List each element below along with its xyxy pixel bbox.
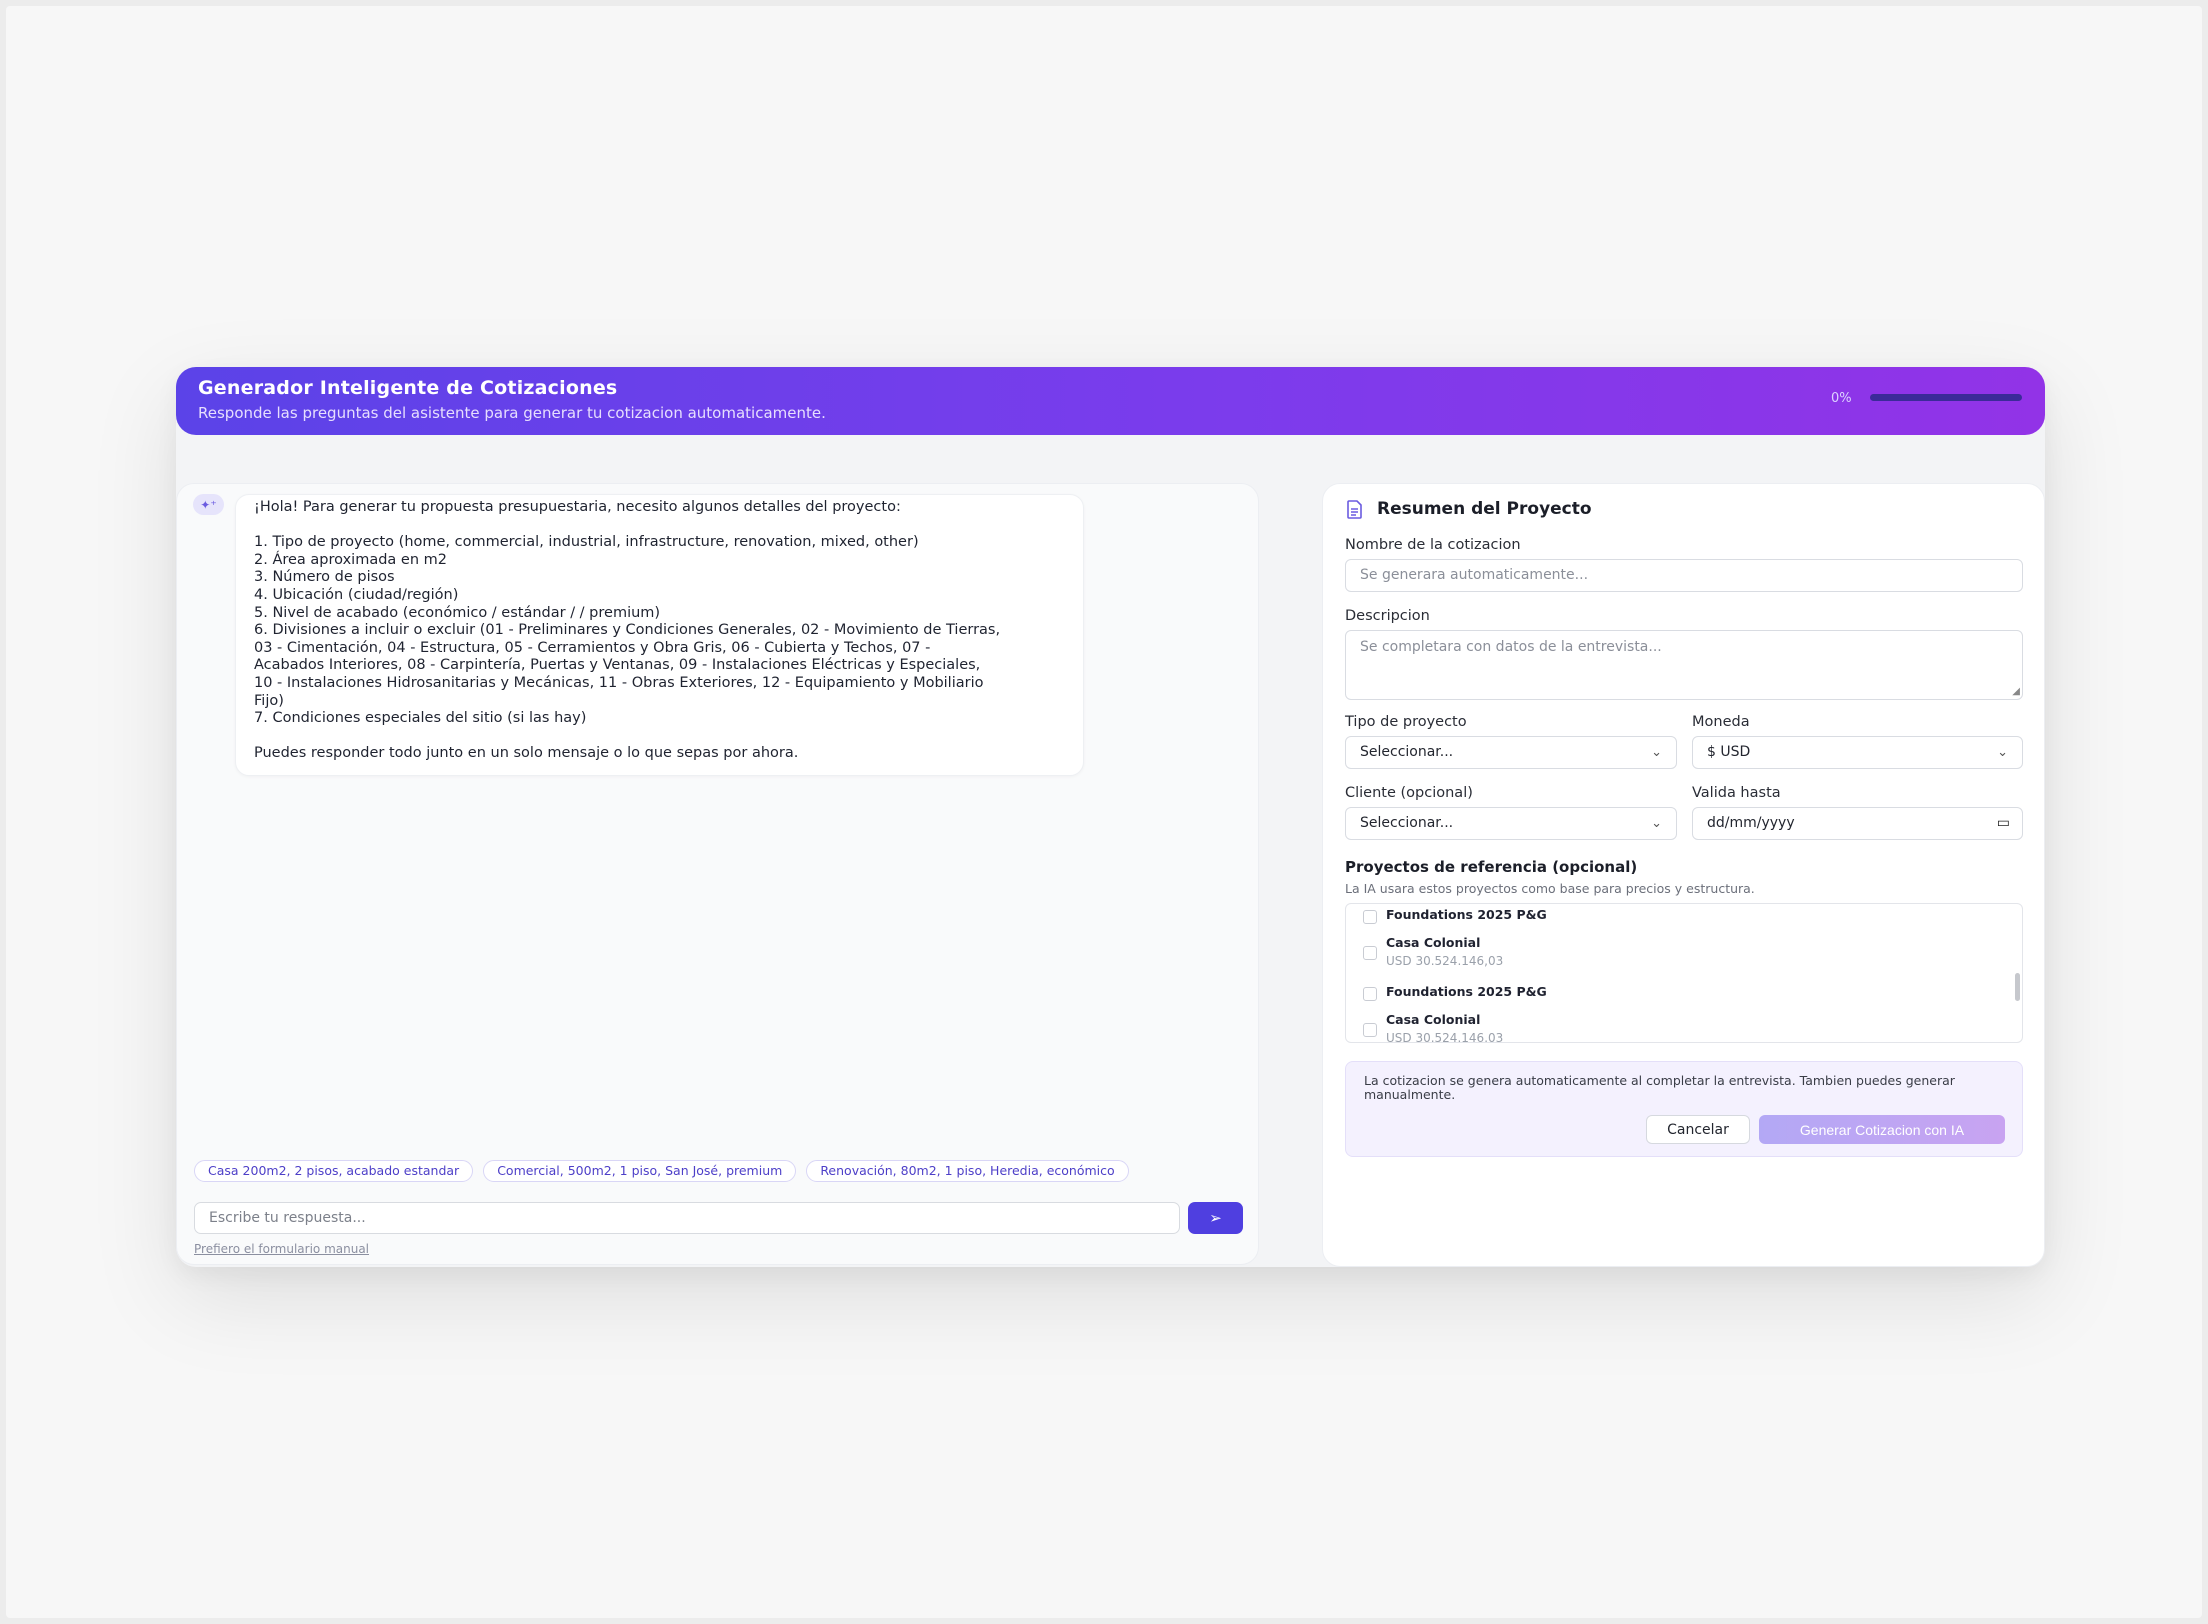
chevron-down-icon: ⌄ xyxy=(1651,816,1662,831)
reference-project-price: USD 30.524.146,03 xyxy=(1386,1031,1504,1043)
app-background: Generador Inteligente de Cotizaciones Re… xyxy=(6,6,2202,1618)
quote-name-input[interactable]: Se generara automaticamente... xyxy=(1345,559,2023,592)
page-subtitle: Responde las preguntas del asistente par… xyxy=(198,404,826,422)
generate-quote-button[interactable]: Generar Cotizacion con IA xyxy=(1759,1115,2005,1144)
currency-select[interactable]: $ USD ⌄ xyxy=(1692,736,2023,769)
currency-label: Moneda xyxy=(1692,714,1750,730)
name-label: Nombre de la cotizacion xyxy=(1345,537,1521,553)
project-type-label: Tipo de proyecto xyxy=(1345,714,1467,730)
chevron-down-icon: ⌄ xyxy=(1651,745,1662,760)
reference-projects-subtitle: La IA usara estos proyectos como base pa… xyxy=(1345,881,1755,896)
reference-projects-title: Proyectos de referencia (opcional) xyxy=(1345,858,1638,876)
send-icon: ➢ xyxy=(1209,1210,1222,1227)
cancel-button[interactable]: Cancelar xyxy=(1646,1115,1750,1144)
client-value: Seleccionar... xyxy=(1360,815,1454,831)
message-list: 1. Tipo de proyecto (home, commercial, i… xyxy=(254,534,1001,727)
modal-header: Generador Inteligente de Cotizaciones Re… xyxy=(176,367,2045,435)
description-label: Descripcion xyxy=(1345,608,1430,624)
chat-input[interactable] xyxy=(194,1202,1180,1234)
message-intro: ¡Hola! Para generar tu propuesta presupu… xyxy=(254,499,901,515)
reference-project-name: Casa Colonial xyxy=(1386,935,1481,950)
progress-label: 0% xyxy=(1831,391,1852,406)
resize-grip-icon[interactable]: ◢ xyxy=(2012,687,2020,697)
chat-panel: ✦⁺ ¡Hola! Para generar tu propuesta pres… xyxy=(176,483,1259,1265)
description-placeholder: Se completara con datos de la entrevista… xyxy=(1360,639,1662,655)
generation-note: La cotizacion se genera automaticamente … xyxy=(1364,1073,1955,1102)
client-label: Cliente (opcional) xyxy=(1345,785,1473,801)
generation-note-box: La cotizacion se genera automaticamente … xyxy=(1345,1061,2023,1157)
checkbox[interactable] xyxy=(1363,946,1377,960)
currency-value: $ USD xyxy=(1707,744,1751,760)
checkbox[interactable] xyxy=(1363,1023,1377,1037)
chevron-down-icon: ⌄ xyxy=(1997,745,2008,760)
manual-form-link[interactable]: Prefiero el formulario manual xyxy=(194,1242,369,1256)
send-button[interactable]: ➢ xyxy=(1188,1202,1243,1234)
reference-project-price: USD 30.524.146,03 xyxy=(1386,954,1504,968)
valid-until-label: Valida hasta xyxy=(1692,785,1781,801)
suggestion-chip[interactable]: Renovación, 80m2, 1 piso, Heredia, econó… xyxy=(806,1160,1129,1182)
page-title: Generador Inteligente de Cotizaciones xyxy=(198,377,618,399)
list-scrollbar[interactable] xyxy=(2015,973,2020,1001)
reference-project-name: Foundations 2025 P&G xyxy=(1386,907,1547,922)
sparkle-icon: ✦⁺ xyxy=(193,494,224,515)
description-textarea[interactable]: Se completara con datos de la entrevista… xyxy=(1345,630,2023,700)
calendar-icon[interactable]: ▭ xyxy=(1997,808,2010,839)
client-select[interactable]: Seleccionar... ⌄ xyxy=(1345,807,1677,840)
reference-project-name: Foundations 2025 P&G xyxy=(1386,984,1547,999)
suggestion-chips: Casa 200m2, 2 pisos, acabado estandar Co… xyxy=(194,1160,1129,1182)
checkbox[interactable] xyxy=(1363,910,1377,924)
project-summary-panel: Resumen del Proyecto Nombre de la cotiza… xyxy=(1322,483,2045,1267)
summary-title: Resumen del Proyecto xyxy=(1377,499,1592,519)
assistant-message: ¡Hola! Para generar tu propuesta presupu… xyxy=(235,494,1084,776)
reference-project-name: Casa Colonial xyxy=(1386,1012,1481,1027)
reference-projects-list[interactable]: Foundations 2025 P&G Casa Colonial USD 3… xyxy=(1345,903,2023,1043)
suggestion-chip[interactable]: Comercial, 500m2, 1 piso, San José, prem… xyxy=(483,1160,797,1182)
quote-generator-modal: Generador Inteligente de Cotizaciones Re… xyxy=(176,367,2045,1267)
progress-bar xyxy=(1870,394,2022,401)
suggestion-chip[interactable]: Casa 200m2, 2 pisos, acabado estandar xyxy=(194,1160,474,1182)
project-type-select[interactable]: Seleccionar... ⌄ xyxy=(1345,736,1677,769)
project-type-value: Seleccionar... xyxy=(1360,744,1454,760)
valid-until-date-input[interactable]: dd/mm/yyyy ▭ xyxy=(1692,807,2023,840)
document-icon xyxy=(1347,500,1365,520)
message-outro: Puedes responder todo junto en un solo m… xyxy=(254,745,799,762)
checkbox[interactable] xyxy=(1363,987,1377,1001)
valid-until-value: dd/mm/yyyy xyxy=(1707,815,1795,831)
